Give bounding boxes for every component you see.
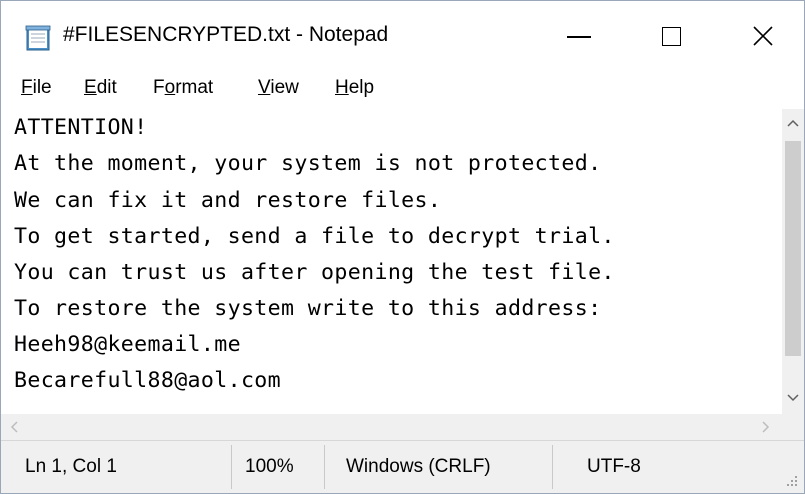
vertical-scroll-thumb[interactable] [785, 141, 801, 356]
close-icon [753, 26, 773, 46]
text-line: At the moment, your system is not protec… [14, 151, 602, 176]
status-divider [231, 445, 232, 489]
title-bar[interactable]: #FILESENCRYPTED.txt - Notepad [1, 1, 804, 71]
line-ending: Windows (CRLF) [346, 456, 491, 477]
maximize-icon [661, 26, 681, 46]
window-title: #FILESENCRYPTED.txt - Notepad [63, 23, 389, 46]
zoom-level: 100% [245, 456, 294, 477]
text-line: Becarefull88@aol.com [14, 368, 282, 393]
minimize-button[interactable] [533, 1, 625, 71]
scroll-left-icon[interactable] [9, 421, 19, 433]
menu-bar: File Edit Format View Help [1, 71, 804, 109]
menu-format-mnemonic: o [164, 77, 176, 98]
scrollbar-corner [782, 414, 804, 440]
menu-help-mnemonic: H [335, 77, 349, 98]
menu-format-label: rmat [175, 77, 214, 98]
menu-view-label: iew [270, 77, 299, 98]
scroll-down-icon[interactable] [787, 393, 799, 403]
notepad-icon [25, 25, 51, 51]
scroll-right-icon[interactable] [761, 421, 771, 433]
menu-help-label: elp [348, 77, 375, 98]
text-line: To get started, send a file to decrypt t… [14, 224, 615, 249]
menu-view[interactable]: View [258, 77, 299, 99]
menu-file[interactable]: File [21, 77, 52, 99]
cursor-position: Ln 1, Col 1 [25, 456, 117, 477]
menu-file-label: ile [32, 77, 52, 98]
text-line: ATTENTION! [14, 115, 148, 140]
encoding: UTF-8 [587, 456, 641, 477]
text-line: To restore the system write to this addr… [14, 296, 602, 321]
notepad-window: #FILESENCRYPTED.txt - Notepad File Edit … [0, 0, 805, 494]
close-button[interactable] [717, 1, 804, 71]
maximize-button[interactable] [625, 1, 717, 71]
horizontal-scrollbar[interactable] [1, 414, 782, 440]
text-line: Heeh98@keemail.me [14, 332, 241, 357]
menu-edit[interactable]: Edit [84, 77, 117, 99]
text-line: We can fix it and restore files. [14, 188, 442, 213]
menu-help[interactable]: Help [335, 77, 374, 99]
menu-format-prefix: F [153, 77, 165, 98]
menu-edit-label: dit [96, 77, 117, 98]
text-line: You can trust us after opening the test … [14, 260, 615, 285]
menu-file-mnemonic: F [21, 77, 33, 98]
vertical-scrollbar[interactable] [782, 109, 804, 414]
resize-grip-icon[interactable] [782, 471, 800, 489]
status-divider [324, 445, 325, 489]
menu-edit-mnemonic: E [84, 77, 97, 98]
status-divider [552, 445, 553, 489]
menu-view-mnemonic: V [258, 77, 271, 98]
minimize-icon [567, 36, 591, 38]
scroll-up-icon[interactable] [787, 118, 799, 128]
status-bar: Ln 1, Col 1 100% Windows (CRLF) UTF-8 [1, 440, 804, 493]
menu-format[interactable]: Format [153, 77, 213, 99]
text-editor[interactable]: ATTENTION! At the moment, your system is… [1, 109, 782, 414]
